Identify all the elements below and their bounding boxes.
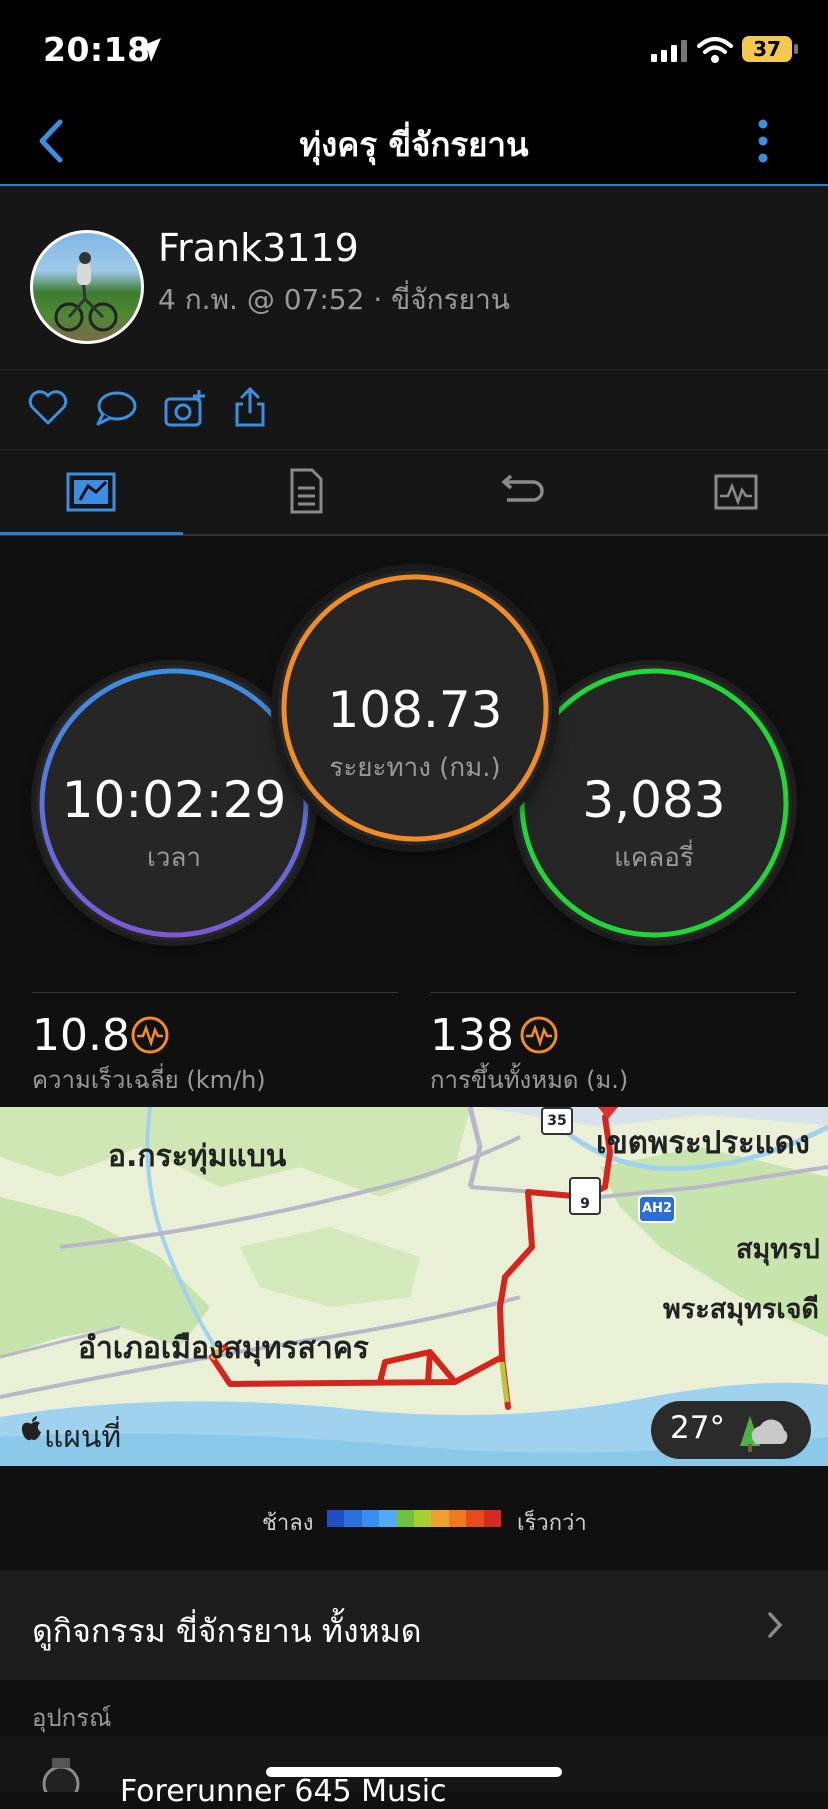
time-label: เวลา bbox=[146, 843, 202, 873]
legend-segment bbox=[466, 1510, 484, 1527]
more-options-icon[interactable] bbox=[755, 118, 771, 164]
total-ascent-label: การขึ้นทั้งหมด (ม.) bbox=[430, 1066, 629, 1094]
map-label: สมุทรป bbox=[736, 1234, 820, 1265]
weather-temperature: 27° bbox=[670, 1410, 725, 1446]
legend-fast-label: เร็วกว่า bbox=[517, 1511, 587, 1536]
legend-segment bbox=[448, 1510, 467, 1527]
legend-slow-label: ช้าลง bbox=[262, 1511, 314, 1536]
cyclist-photo bbox=[54, 252, 118, 332]
distance-value: 108.73 bbox=[327, 681, 503, 739]
time-ring: 10:02:29 เวลา bbox=[36, 665, 312, 941]
battery-indicator: 37 bbox=[742, 36, 792, 62]
chevron-right-icon[interactable] bbox=[766, 1610, 784, 1640]
comment-icon[interactable] bbox=[94, 389, 138, 427]
stat-divider bbox=[430, 992, 796, 993]
calories-ring: 3,083 แคลอรี่ bbox=[516, 665, 792, 941]
tab-laps-icon[interactable] bbox=[497, 474, 545, 508]
speed-gradient-bar bbox=[327, 1510, 502, 1527]
legend-segment bbox=[396, 1510, 415, 1527]
tab-summary-underline bbox=[0, 532, 183, 535]
heart-icon[interactable] bbox=[28, 390, 68, 426]
map-label: อำเภอเมืองสมุทรสาคร bbox=[78, 1331, 369, 1366]
legend-segment bbox=[379, 1510, 397, 1527]
legend-segment bbox=[344, 1510, 362, 1527]
tab-charts-icon[interactable] bbox=[714, 474, 758, 510]
wifi-icon bbox=[697, 37, 733, 63]
battery-tip bbox=[794, 44, 798, 54]
share-icon[interactable] bbox=[233, 386, 267, 428]
route-9-shield: 9 bbox=[569, 1177, 601, 1215]
avatar[interactable] bbox=[30, 230, 144, 344]
cloud-tree-icon bbox=[740, 1416, 788, 1452]
calories-label: แคลอรี่ bbox=[614, 843, 694, 873]
legend-segment bbox=[414, 1510, 432, 1527]
signal-icon bbox=[651, 40, 687, 62]
add-photo-icon[interactable] bbox=[163, 388, 207, 428]
legend-segment bbox=[361, 1510, 380, 1527]
equipment-section-label: อุปกรณ์ bbox=[32, 1704, 112, 1732]
tab-details-icon[interactable] bbox=[288, 468, 324, 514]
username[interactable]: Frank3119 bbox=[158, 226, 359, 270]
calories-value: 3,083 bbox=[582, 771, 726, 829]
all-activities-link[interactable]: ดูกิจกรรม ขี่จักรยาน ทั้งหมด bbox=[32, 1606, 422, 1657]
activity-date-type: 4 ก.พ. @ 07:52 · ขี่จักรยาน bbox=[158, 283, 510, 316]
ah2-shield: AH2 bbox=[638, 1195, 676, 1223]
distance-label: ระยะทาง (กม.) bbox=[329, 753, 501, 783]
maps-brand: แผนที่ bbox=[44, 1420, 122, 1455]
total-ascent-value: 138 bbox=[430, 1010, 514, 1061]
distance-ring: 108.73 ระยะทาง (กม.) bbox=[278, 571, 552, 845]
legend-segment bbox=[327, 1510, 345, 1527]
page-title: ทุ่งครุ ขี่จักรยาน bbox=[299, 125, 529, 164]
activity-tabs bbox=[0, 450, 828, 536]
avg-speed-value: 10.8 bbox=[32, 1010, 130, 1061]
performance-icon bbox=[520, 1016, 558, 1054]
map-label: เขตพระประแดง bbox=[596, 1125, 810, 1161]
map-label: อ.กระทุ่มแบน bbox=[108, 1139, 287, 1174]
tab-summary-icon[interactable] bbox=[66, 472, 116, 512]
apple-logo-icon bbox=[21, 1416, 41, 1441]
legend-segment bbox=[483, 1510, 502, 1527]
map-label: พระสมุทรเจดี bbox=[663, 1294, 819, 1325]
legend-segment bbox=[431, 1510, 449, 1527]
time-value: 10:02:29 bbox=[61, 771, 287, 829]
home-indicator[interactable] bbox=[266, 1767, 562, 1777]
performance-icon bbox=[131, 1016, 169, 1054]
watch-icon bbox=[42, 1758, 80, 1792]
stat-divider bbox=[32, 992, 398, 993]
avg-speed-label: ความเร็วเฉลี่ย (km/h) bbox=[32, 1066, 266, 1094]
route-35-shield: 35 bbox=[541, 1107, 573, 1135]
location-arrow-icon bbox=[137, 38, 161, 62]
